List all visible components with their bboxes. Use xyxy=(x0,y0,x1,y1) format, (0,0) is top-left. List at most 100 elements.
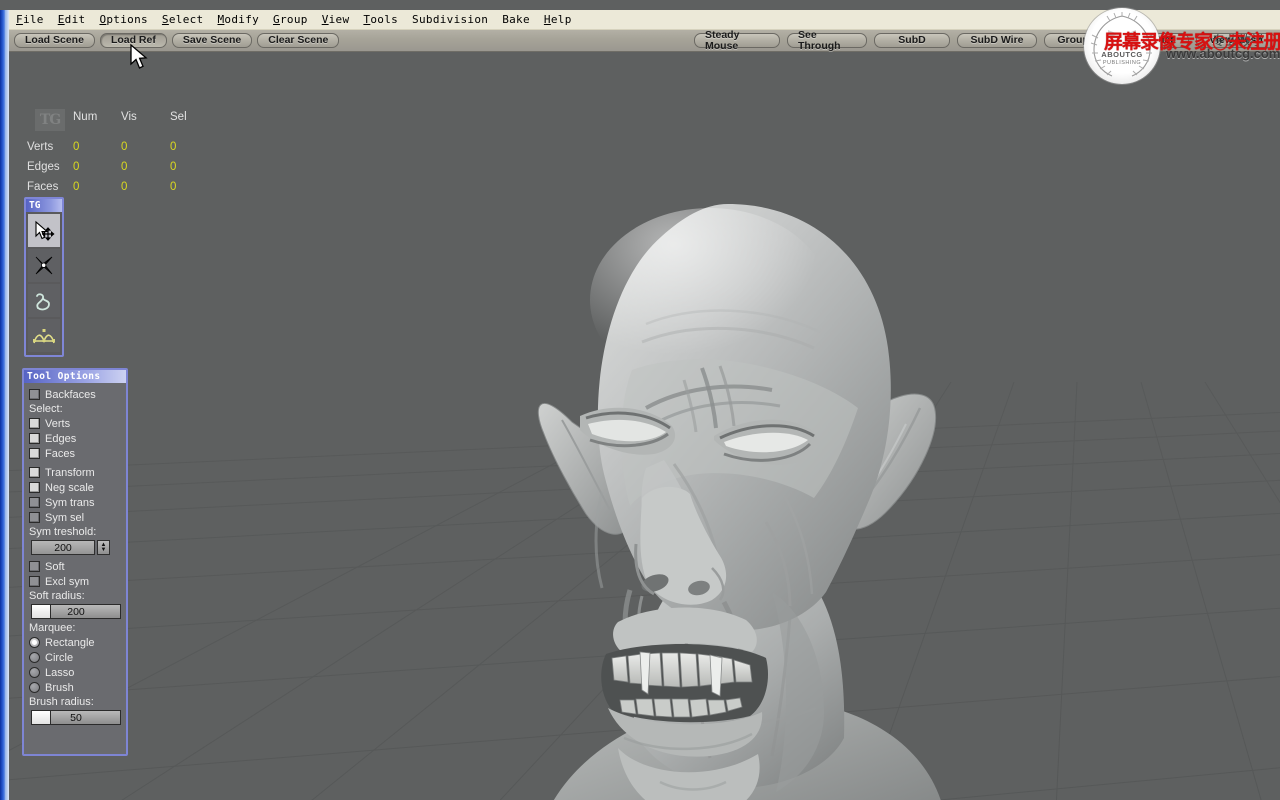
stats-verts-sel: 0 xyxy=(170,141,177,153)
stats-faces-num: 0 xyxy=(73,181,80,193)
checkbox-sym-sel-label: Sym sel xyxy=(45,511,85,524)
menu-item-edit[interactable]: Edit xyxy=(51,11,93,28)
menu-item-file[interactable]: File xyxy=(9,11,51,28)
radio-brush[interactable]: Brush xyxy=(29,680,126,695)
menu-item-help[interactable]: Help xyxy=(537,11,579,28)
bridge-icon xyxy=(33,328,55,343)
checkbox-box-icon xyxy=(29,448,40,459)
checkbox-neg-scale-label: Neg scale xyxy=(45,481,94,494)
stats-faces-sel: 0 xyxy=(170,181,177,193)
stats-edges-vis: 0 xyxy=(121,161,128,173)
stats-row-verts-label: Verts xyxy=(27,141,54,153)
stats-row-faces-label: Faces xyxy=(27,181,59,193)
checkbox-box-icon xyxy=(29,482,40,493)
menu-item-bake[interactable]: Bake xyxy=(495,11,537,28)
toolbar-button-subd[interactable]: SubD xyxy=(874,33,950,48)
menu-item-options[interactable]: Options xyxy=(92,11,154,28)
checkbox-sym-trans-label: Sym trans xyxy=(45,496,95,509)
application-window: File Edit Options Select Modify Group View Tool… xyxy=(0,0,1280,800)
checkbox-backfaces[interactable]: Backfaces xyxy=(29,387,126,402)
radio-button-icon xyxy=(29,682,40,693)
soft-radius-label: Soft radius: xyxy=(29,590,85,602)
soft-radius-value: 200 xyxy=(67,605,85,618)
toolbar-button-save-scene[interactable]: Save Scene xyxy=(171,33,253,48)
scene-statistics: TG Num Vis Sel Verts 0 0 0 Edges 0 0 0 F… xyxy=(18,107,208,197)
tool-palette: TG xyxy=(24,197,64,357)
sym-threshold-field[interactable]: 200 ▲ ▼ xyxy=(31,540,126,555)
radio-circle[interactable]: Circle xyxy=(29,650,126,665)
toolbar-button-load-scene[interactable]: Load Scene xyxy=(14,33,95,48)
stats-edges-num: 0 xyxy=(73,161,80,173)
radio-lasso-label: Lasso xyxy=(45,666,75,679)
stats-edges-sel: 0 xyxy=(170,161,177,173)
checkbox-sym-sel[interactable]: Sym sel xyxy=(29,510,126,525)
menu-item-subdivision[interactable]: Subdivision xyxy=(405,11,495,28)
brush-radius-slider[interactable]: 50 xyxy=(31,710,121,725)
slider-handle[interactable] xyxy=(32,711,52,724)
toolbar-button-subd-wire[interactable]: SubD Wire xyxy=(957,33,1037,48)
tool-draw[interactable] xyxy=(28,284,60,317)
tool-create[interactable] xyxy=(28,249,60,282)
select-section-label: Select: xyxy=(29,403,63,415)
menu-item-group[interactable]: Group xyxy=(266,11,315,28)
stats-faces-vis: 0 xyxy=(121,181,128,193)
radio-lasso[interactable]: Lasso xyxy=(29,665,126,680)
menu-item-tools[interactable]: Tools xyxy=(356,11,405,28)
radio-brush-label: Brush xyxy=(45,681,74,694)
brush-radius-label: Brush radius: xyxy=(29,696,94,708)
checkbox-excl-sym[interactable]: Excl sym xyxy=(29,574,126,589)
stats-verts-vis: 0 xyxy=(121,141,128,153)
marquee-label: Marquee: xyxy=(29,622,76,634)
radio-circle-label: Circle xyxy=(45,651,74,664)
checkbox-edges[interactable]: Edges xyxy=(29,431,126,446)
stats-col-vis: Vis xyxy=(121,111,137,123)
sym-threshold-label: Sym treshold: xyxy=(29,526,97,538)
checkbox-box-icon xyxy=(29,433,40,444)
menu-item-view[interactable]: View xyxy=(315,11,357,28)
checkbox-verts[interactable]: Verts xyxy=(29,416,126,431)
toolbar-button-see-through[interactable]: See Through xyxy=(787,30,867,51)
mouse-cursor xyxy=(129,43,149,77)
stats-col-sel: Sel xyxy=(170,111,187,123)
radio-button-icon xyxy=(29,652,40,663)
chevron-down-icon: ▼ xyxy=(100,546,107,553)
create-x-icon xyxy=(35,256,53,274)
checkbox-faces[interactable]: Faces xyxy=(29,446,126,461)
viewport-3d[interactable]: TG Num Vis Sel Verts 0 0 0 Edges 0 0 0 F… xyxy=(9,52,1280,800)
stats-col-num: Num xyxy=(73,111,98,123)
menu-item-modify[interactable]: Modify xyxy=(210,11,266,28)
checkbox-box-icon xyxy=(29,467,40,478)
checkbox-soft[interactable]: Soft xyxy=(29,559,126,574)
checkbox-neg-scale[interactable]: Neg scale xyxy=(29,480,126,495)
checkbox-edges-label: Edges xyxy=(45,432,77,445)
draw-curve-icon xyxy=(36,292,50,310)
sym-threshold-value[interactable]: 200 xyxy=(31,540,95,555)
checkbox-sym-trans[interactable]: Sym trans xyxy=(29,495,126,510)
menu-item-select[interactable]: Select xyxy=(155,11,211,28)
checkbox-box-icon xyxy=(29,576,40,587)
checkbox-excl-sym-label: Excl sym xyxy=(45,575,89,588)
sym-threshold-stepper[interactable]: ▲ ▼ xyxy=(97,540,110,555)
checkbox-box-icon xyxy=(29,389,40,400)
checkbox-transform-label: Transform xyxy=(45,466,95,479)
tool-options-title: Tool Options xyxy=(24,370,126,383)
soft-radius-slider[interactable]: 200 xyxy=(31,604,121,619)
checkbox-box-icon xyxy=(29,512,40,523)
slider-handle[interactable] xyxy=(32,605,52,618)
checkbox-verts-label: Verts xyxy=(45,417,71,430)
stats-verts-num: 0 xyxy=(73,141,80,153)
tool-select-move[interactable] xyxy=(28,214,60,247)
tool-palette-title: TG xyxy=(26,199,62,212)
screen-recorder-watermark: 屏幕录像专家○未注册 xyxy=(1104,31,1280,53)
radio-rectangle-label: Rectangle xyxy=(45,636,95,649)
checkbox-transform[interactable]: Transform xyxy=(29,465,126,480)
checkbox-box-icon xyxy=(29,418,40,429)
tool-bridge[interactable] xyxy=(28,319,60,352)
cursor-arrow-icon xyxy=(130,43,148,69)
radio-rectangle[interactable]: Rectangle xyxy=(29,635,126,650)
toolbar-button-steady-mouse[interactable]: Steady Mouse xyxy=(694,30,780,51)
tg-logo-icon: TG xyxy=(35,109,65,131)
radio-button-icon xyxy=(29,637,40,648)
tool-options-panel: Tool Options Backfaces Select: Verts Edg… xyxy=(22,368,128,756)
toolbar-button-clear-scene[interactable]: Clear Scene xyxy=(257,33,340,48)
